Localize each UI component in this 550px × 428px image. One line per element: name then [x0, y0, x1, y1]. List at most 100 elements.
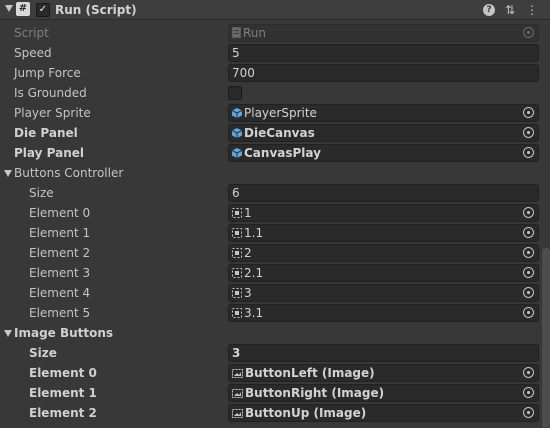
- size-label: Size: [29, 346, 57, 360]
- script-label: Script: [14, 26, 49, 40]
- element-value: 1.1: [244, 226, 264, 240]
- scrollbar-thumb[interactable]: [542, 248, 550, 428]
- gameobject-cube-icon: [231, 146, 243, 162]
- element-field[interactable]: 2.1: [228, 264, 539, 282]
- jump-force-label[interactable]: Jump Force: [14, 63, 81, 83]
- element-field[interactable]: 1: [228, 204, 539, 222]
- object-picker-icon: [523, 27, 534, 38]
- list-item: Element 1 ButtonRight (Image): [0, 383, 550, 403]
- object-picker-icon[interactable]: [523, 387, 534, 398]
- element-label: Element 1: [29, 226, 91, 240]
- is-grounded-row: Is Grounded: [0, 83, 550, 103]
- list-item: Element 5 3.1: [0, 303, 550, 323]
- image-buttons-label[interactable]: Image Buttons: [14, 323, 113, 343]
- object-picker-icon[interactable]: [523, 247, 534, 258]
- element-field[interactable]: 3.1: [228, 304, 539, 322]
- element-value: 3: [244, 286, 252, 300]
- gameobject-cube-icon: [231, 106, 243, 122]
- gameobject-dotted-icon: [232, 206, 242, 222]
- jump-force-field[interactable]: 700: [228, 64, 539, 82]
- element-value: ButtonLeft (Image): [245, 366, 375, 380]
- presets-icon[interactable]: ⇅: [505, 2, 515, 18]
- image-buttons-foldout[interactable]: Image Buttons: [0, 323, 550, 343]
- element-label: Element 2: [29, 246, 91, 260]
- play-panel-field[interactable]: CanvasPlay: [228, 144, 539, 162]
- element-field[interactable]: 1.1: [228, 224, 539, 242]
- element-field[interactable]: ButtonLeft (Image): [228, 364, 539, 382]
- object-picker-icon[interactable]: [523, 307, 534, 318]
- play-panel-label: Play Panel: [14, 146, 85, 160]
- gameobject-dotted-icon: [232, 306, 242, 322]
- component-enabled-checkbox[interactable]: ✓: [36, 3, 50, 17]
- script-value: Run: [243, 26, 267, 40]
- object-picker-icon[interactable]: [523, 407, 534, 418]
- element-field[interactable]: 3: [228, 284, 539, 302]
- speed-field[interactable]: 5: [228, 44, 539, 62]
- gameobject-dotted-icon: [232, 266, 242, 282]
- die-panel-label: Die Panel: [14, 126, 78, 140]
- image-component-icon: [232, 406, 243, 422]
- size-field[interactable]: 3: [228, 344, 539, 362]
- foldout-arrow-icon[interactable]: [4, 330, 12, 337]
- list-item: Element 1 1.1: [0, 223, 550, 243]
- play-panel-row: Play Panel CanvasPlay: [0, 143, 550, 163]
- script-file-icon: [232, 26, 241, 42]
- component-title: Run (Script): [55, 3, 137, 17]
- image-component-icon: [232, 386, 243, 402]
- list-item: Element 0 1: [0, 203, 550, 223]
- buttons-controller-foldout[interactable]: Buttons Controller: [0, 163, 550, 183]
- object-picker-icon[interactable]: [523, 107, 534, 118]
- element-label: Element 1: [29, 386, 97, 400]
- element-value: 3.1: [244, 306, 264, 320]
- foldout-arrow-icon[interactable]: [4, 170, 12, 177]
- speed-label[interactable]: Speed: [14, 43, 52, 63]
- buttons-controller-label[interactable]: Buttons Controller: [14, 163, 123, 183]
- gameobject-dotted-icon: [232, 286, 242, 302]
- gameobject-dotted-icon: [232, 246, 242, 262]
- object-picker-icon[interactable]: [523, 267, 534, 278]
- object-picker-icon[interactable]: [523, 227, 534, 238]
- element-value: ButtonUp (Image): [245, 406, 367, 420]
- jump-force-row: Jump Force 700: [0, 63, 550, 83]
- die-panel-field[interactable]: DieCanvas: [228, 124, 539, 142]
- player-sprite-value: PlayerSprite: [244, 106, 317, 120]
- object-picker-icon[interactable]: [523, 147, 534, 158]
- element-value: 1: [244, 206, 252, 220]
- die-panel-value: DieCanvas: [244, 126, 315, 140]
- element-field[interactable]: ButtonRight (Image): [228, 384, 539, 402]
- gameobject-cube-icon: [231, 126, 243, 142]
- element-value: ButtonRight (Image): [245, 386, 385, 400]
- is-grounded-checkbox[interactable]: [228, 86, 242, 100]
- list-item: Element 4 3: [0, 283, 550, 303]
- element-field[interactable]: ButtonUp (Image): [228, 404, 539, 422]
- list-item: Element 0 ButtonLeft (Image): [0, 363, 550, 383]
- element-value: 2: [244, 246, 252, 260]
- more-options-icon[interactable]: ⋮: [526, 2, 538, 18]
- buttons-controller-size-row: Size 6: [0, 183, 550, 203]
- speed-row: Speed 5: [0, 43, 550, 63]
- help-icon[interactable]: ?: [483, 4, 495, 16]
- element-label: Element 0: [29, 206, 91, 220]
- element-value: 2.1: [244, 266, 264, 280]
- object-picker-icon[interactable]: [523, 207, 534, 218]
- player-sprite-label: Player Sprite: [14, 106, 91, 120]
- element-field[interactable]: 2: [228, 244, 539, 262]
- die-panel-row: Die Panel DieCanvas: [0, 123, 550, 143]
- foldout-arrow-icon[interactable]: [5, 5, 13, 12]
- list-item: Element 2 2: [0, 243, 550, 263]
- gameobject-dotted-icon: [232, 226, 242, 242]
- element-label: Element 2: [29, 406, 97, 420]
- component-header[interactable]: # ✓ Run (Script) ? ⇅ ⋮: [0, 0, 550, 20]
- list-item: Element 3 2.1: [0, 263, 550, 283]
- object-picker-icon[interactable]: [523, 367, 534, 378]
- player-sprite-field[interactable]: PlayerSprite: [228, 104, 539, 122]
- object-picker-icon[interactable]: [523, 287, 534, 298]
- image-component-icon: [232, 366, 243, 382]
- image-buttons-size-row: Size 3: [0, 343, 550, 363]
- size-field[interactable]: 6: [228, 184, 539, 202]
- element-label: Element 4: [29, 286, 91, 300]
- element-label: Element 5: [29, 306, 91, 320]
- player-sprite-row: Player Sprite PlayerSprite: [0, 103, 550, 123]
- object-picker-icon[interactable]: [523, 127, 534, 138]
- script-field: Run: [228, 24, 539, 42]
